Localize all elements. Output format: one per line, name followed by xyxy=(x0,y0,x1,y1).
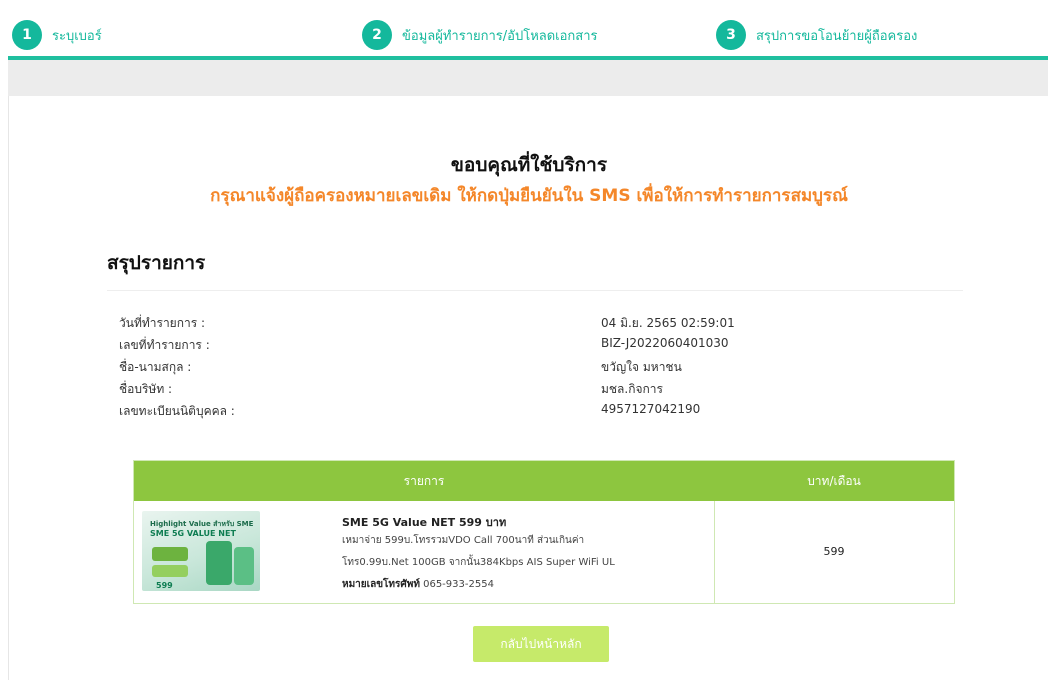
package-image-phone xyxy=(234,547,254,585)
table-header-row: รายการ บาท/เดือน xyxy=(134,461,954,501)
step-2: 2 ข้อมูลผู้ทำรายการ/อัปโหลดเอกสาร xyxy=(362,20,598,50)
info-label: วันที่ทำรายการ : xyxy=(119,316,206,330)
info-row-transaction-id: เลขที่ทำรายการ : BIZ-J2022060401030 xyxy=(119,336,959,356)
info-value: ขวัญใจ มหาชน xyxy=(601,360,682,374)
table-header-price: บาท/เดือน xyxy=(807,474,861,488)
package-image-phone xyxy=(206,541,232,585)
step-1-label: ระบุเบอร์ xyxy=(52,28,102,44)
summary-divider xyxy=(107,290,963,291)
table-header-item: รายการ xyxy=(403,474,445,488)
package-image-title: SME 5G VALUE NET xyxy=(150,529,236,538)
step-3-number: 3 xyxy=(716,20,746,50)
info-value: 4957127042190 xyxy=(601,402,701,416)
package-name: SME 5G Value NET 599 บาท xyxy=(342,516,507,529)
info-row-registration: เลขทะเบียนนิติบุคคล : 4957127042190 xyxy=(119,402,959,422)
step-1: 1 ระบุเบอร์ xyxy=(12,20,102,50)
confirmation-panel: ขอบคุณที่ใช้บริการ กรุณาแจ้งผู้ถือครองหม… xyxy=(8,96,1048,680)
header-band xyxy=(8,60,1048,96)
sms-confirm-notice: กรุณาแจ้งผู้ถือครองหมายเลขเดิม ให้กดปุ่ม… xyxy=(210,186,848,206)
package-description: เหมาจ่าย 599บ.โทรรวมVDO Call 700นาที ส่ว… xyxy=(342,535,585,546)
thanks-heading: ขอบคุณที่ใช้บริการ xyxy=(450,154,608,176)
step-3-label: สรุปการขอโอนย้ายผู้ถือครอง xyxy=(756,28,918,44)
info-value: 04 มิ.ย. 2565 02:59:01 xyxy=(601,316,735,330)
package-phone: หมายเลขโทรศัพท์ 065-933-2554 xyxy=(342,577,494,592)
info-label: เลขที่ทำรายการ : xyxy=(119,338,210,352)
summary-title: สรุปรายการ xyxy=(107,252,206,274)
info-value: BIZ-J2022060401030 xyxy=(601,336,729,350)
step-2-label: ข้อมูลผู้ทำรายการ/อัปโหลดเอกสาร xyxy=(402,28,598,44)
info-row-company: ชื่อบริษัท : มชล.กิจการ xyxy=(119,380,959,400)
phone-number: 065-933-2554 xyxy=(423,579,494,590)
info-row-name: ชื่อ-นามสกุล : ขวัญใจ มหาชน xyxy=(119,358,959,378)
step-3: 3 สรุปการขอโอนย้ายผู้ถือครอง xyxy=(716,20,917,50)
step-1-number: 1 xyxy=(12,20,42,50)
phone-label: หมายเลขโทรศัพท์ xyxy=(342,579,420,590)
package-image-pill xyxy=(152,565,188,577)
package-image: Highlight Value สำหรับ SME SME 5G VALUE … xyxy=(142,511,260,591)
order-items-table: รายการ บาท/เดือน Highlight Value สำหรับ … xyxy=(133,460,955,604)
package-image-price: 599 xyxy=(156,581,173,590)
back-to-home-button[interactable]: กลับไปหน้าหลัก xyxy=(473,626,609,662)
package-description: โทร0.99บ.Net 100GB จากนั้น384Kbps AIS Su… xyxy=(342,557,615,568)
package-price: 599 xyxy=(823,545,845,558)
step-2-number: 2 xyxy=(362,20,392,50)
info-row-date: วันที่ทำรายการ : 04 มิ.ย. 2565 02:59:01 xyxy=(119,314,959,334)
info-value: มชล.กิจการ xyxy=(601,382,663,396)
package-image-pill xyxy=(152,547,188,561)
info-label: เลขทะเบียนนิติบุคคล : xyxy=(119,404,235,418)
info-label: ชื่อบริษัท : xyxy=(119,382,173,396)
info-label: ชื่อ-นามสกุล : xyxy=(119,360,192,374)
progress-stepper: 1 ระบุเบอร์ 2 ข้อมูลผู้ทำรายการ/อัปโหลดเ… xyxy=(0,0,1048,60)
